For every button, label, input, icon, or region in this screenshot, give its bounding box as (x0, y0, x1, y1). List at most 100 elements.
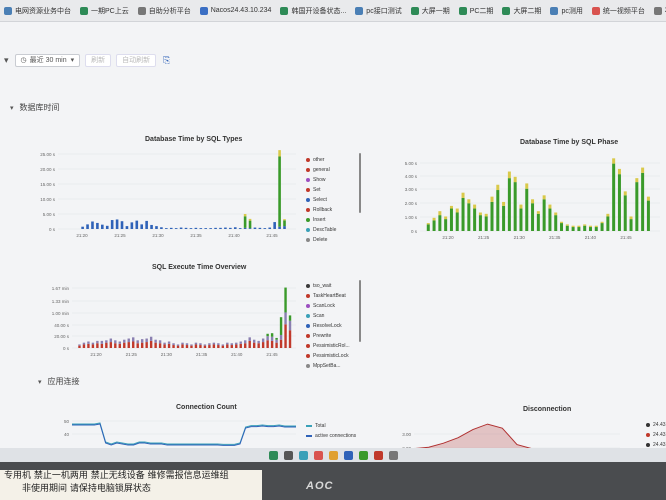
bar-tso_wait[interactable] (279, 339, 283, 348)
bar-compile[interactable] (531, 199, 535, 204)
bar-execute[interactable] (646, 200, 650, 231)
bar-tso_wait[interactable] (78, 345, 81, 348)
bar-tso_wait[interactable] (235, 344, 238, 348)
bar-compile[interactable] (577, 225, 581, 228)
bar-tso_wait[interactable] (114, 343, 117, 348)
bookmark-item[interactable]: pc测用 (550, 6, 583, 16)
legend-item[interactable]: tso_wait (306, 281, 350, 291)
bar-tso_wait[interactable] (239, 343, 242, 348)
legend-item[interactable]: TaskHeartBeat (306, 291, 350, 301)
bar-Backoff[interactable] (248, 337, 251, 341)
bar-Backoff[interactable] (194, 342, 198, 345)
bar-tso_wait[interactable] (181, 344, 184, 348)
legend-item[interactable]: Prewrite (306, 331, 350, 341)
bar-Backoff[interactable] (288, 320, 292, 331)
bar-execute[interactable] (588, 227, 592, 231)
bar-Backoff[interactable] (82, 342, 86, 345)
bar-Backoff[interactable] (172, 343, 175, 346)
bar-Backoff[interactable] (284, 312, 287, 325)
bar-compile[interactable] (612, 158, 616, 164)
bar-compile[interactable] (432, 217, 436, 221)
section-conn[interactable]: ▾ 应用连接 (38, 376, 80, 387)
bar-Backoff[interactable] (105, 340, 108, 343)
bar-execute[interactable] (478, 215, 482, 231)
refresh-button[interactable]: 刷新 (85, 53, 112, 67)
bar-compile[interactable] (461, 192, 465, 198)
bar-execute[interactable] (455, 212, 459, 232)
bar-execute[interactable] (629, 219, 633, 231)
bar-tso_wait[interactable] (270, 340, 274, 348)
bar-Backoff[interactable] (190, 344, 193, 346)
bar-tso_wait[interactable] (172, 345, 175, 348)
bar-compile[interactable] (554, 212, 558, 216)
bar-Backoff[interactable] (114, 340, 117, 344)
bar-tso_wait[interactable] (127, 342, 130, 348)
bar-Backoff[interactable] (149, 336, 153, 341)
bar-Backoff[interactable] (163, 342, 166, 345)
bar-execute[interactable] (507, 178, 511, 231)
bar-Backoff[interactable] (154, 339, 157, 343)
bar-Backoff[interactable] (87, 341, 90, 344)
bar-Backoff[interactable] (96, 340, 99, 344)
bar-compile[interactable] (525, 183, 529, 189)
bar-compile[interactable] (438, 211, 442, 216)
bar-execute[interactable] (484, 216, 488, 231)
bar-execute[interactable] (542, 199, 546, 231)
bar-execute[interactable] (548, 208, 552, 231)
bar-Insert[interactable] (275, 337, 278, 340)
bar-tso_wait[interactable] (163, 344, 166, 348)
bar-execute[interactable] (531, 203, 535, 231)
bar-Backoff[interactable] (100, 340, 104, 344)
bar-tso_wait[interactable] (226, 344, 229, 348)
bar-tso_wait[interactable] (261, 342, 265, 348)
bar-tso_wait[interactable] (212, 344, 216, 348)
bar-execute[interactable] (635, 182, 639, 231)
bar-Backoff[interactable] (257, 340, 260, 344)
bar-Backoff[interactable] (181, 342, 184, 345)
bar-Backoff[interactable] (212, 342, 216, 345)
photo-icon[interactable] (283, 450, 293, 460)
bar-compile[interactable] (426, 223, 430, 225)
legend-item[interactable]: PessimisticLock (306, 351, 350, 361)
bar-tso_wait[interactable] (118, 343, 121, 348)
bar-tso_wait[interactable] (167, 343, 171, 348)
time-range-select[interactable]: ◷ 最近 30 min ▾ (14, 53, 81, 67)
bar-Insert[interactable] (266, 333, 269, 337)
bar-Backoff[interactable] (199, 343, 202, 346)
bookmark-item[interactable]: pc接口测试 (355, 6, 402, 16)
bar-Backoff[interactable] (127, 338, 130, 343)
bar-Backoff[interactable] (270, 336, 274, 341)
bar-execute[interactable] (583, 225, 587, 231)
bar-compile[interactable] (455, 208, 459, 213)
bar-tso_wait[interactable] (96, 343, 99, 348)
bar-tso_wait[interactable] (145, 342, 148, 348)
bar-Backoff[interactable] (217, 343, 220, 346)
bar-tso_wait[interactable] (149, 340, 153, 348)
share-icon[interactable]: ⎘ (163, 55, 170, 66)
bar-execute[interactable] (571, 227, 575, 231)
bar-execute[interactable] (461, 197, 465, 231)
bar-tso_wait[interactable] (158, 343, 162, 348)
bar-compile[interactable] (548, 204, 552, 209)
bar-compile[interactable] (560, 221, 564, 224)
auto-refresh-select[interactable]: 自动刷新 (116, 53, 157, 67)
bar-tso_wait[interactable] (136, 343, 139, 348)
browser-icon[interactable] (313, 450, 323, 460)
legend-item[interactable]: Scan (306, 311, 350, 321)
bar-Backoff[interactable] (145, 338, 148, 343)
bar-compile[interactable] (507, 171, 511, 179)
bar-compile[interactable] (571, 225, 575, 228)
bar-tso_wait[interactable] (109, 342, 113, 348)
bar-compile[interactable] (490, 196, 494, 202)
bar-execute[interactable] (606, 216, 610, 231)
bar-execute[interactable] (554, 215, 558, 231)
bar-compile[interactable] (606, 213, 610, 217)
bar-tso_wait[interactable] (123, 342, 126, 348)
bar-execute[interactable] (519, 208, 523, 231)
bar-tso_wait[interactable] (140, 342, 144, 348)
bar-execute[interactable] (502, 205, 506, 231)
bar-Backoff[interactable] (244, 340, 247, 344)
bar-Insert[interactable] (279, 317, 283, 335)
bar-execute[interactable] (623, 195, 627, 231)
bookmark-item[interactable]: 统一视频平台 (591, 6, 645, 16)
